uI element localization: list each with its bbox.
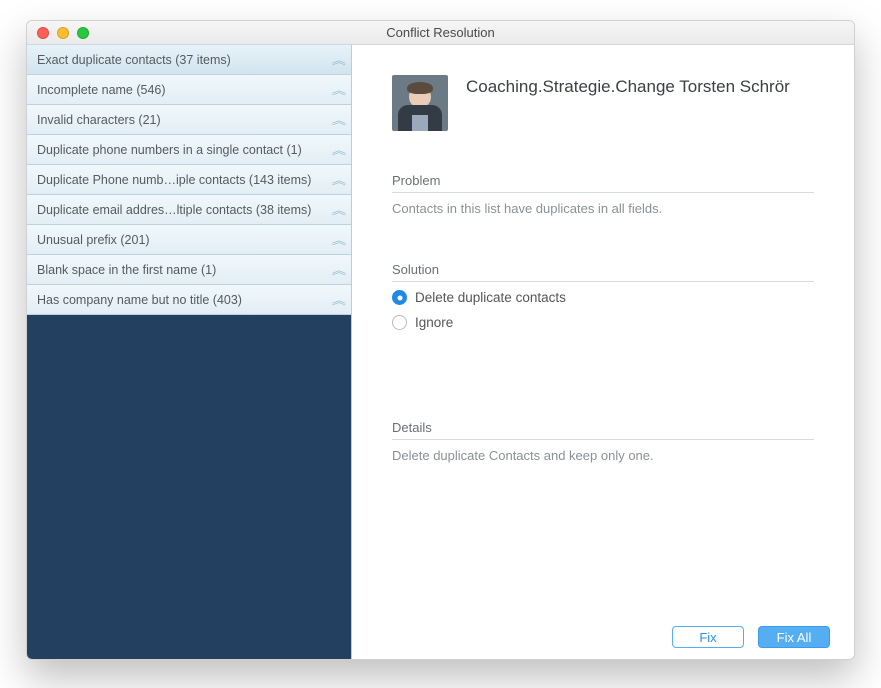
sidebar-item-label: Duplicate phone numbers in a single cont… [37, 143, 302, 157]
sidebar-item[interactable]: Duplicate phone numbers in a single cont… [27, 135, 351, 165]
sidebar-item-label: Blank space in the first name (1) [37, 263, 216, 277]
sidebar: Exact duplicate contacts (37 items)︽Inco… [27, 45, 352, 659]
main-panel: Coaching.Strategie.Change Torsten Schrör… [352, 45, 854, 659]
sidebar-item-label: Exact duplicate contacts (37 items) [37, 53, 231, 67]
radio-icon[interactable] [392, 315, 407, 330]
solution-option-label: Delete duplicate contacts [415, 290, 566, 305]
solution-options: Delete duplicate contacts Ignore [392, 290, 814, 330]
sidebar-item[interactable]: Incomplete name (546) ︽ [27, 75, 351, 105]
solution-option-label: Ignore [415, 315, 453, 330]
sidebar-item[interactable]: Blank space in the first name (1) ︽ [27, 255, 351, 285]
sidebar-item-label: Has company name but no title (403) [37, 293, 242, 307]
sidebar-item-label: Invalid characters (21) [37, 113, 161, 127]
sidebar-item[interactable]: Invalid characters (21) ︽ [27, 105, 351, 135]
sidebar-item[interactable]: Duplicate email addres…ltiple contacts (… [27, 195, 351, 225]
fix-all-button[interactable]: Fix All [758, 626, 830, 648]
problem-text: Contacts in this list have duplicates in… [392, 201, 814, 216]
collapse-icon: ︽ [332, 232, 342, 248]
problem-heading: Problem [392, 173, 814, 193]
details-heading: Details [392, 420, 814, 440]
collapse-icon: ︽ [332, 292, 342, 308]
fix-button[interactable]: Fix [672, 626, 744, 648]
footer: Fix Fix All [352, 615, 854, 659]
sidebar-item[interactable]: Exact duplicate contacts (37 items) ︽ [27, 45, 351, 75]
details-text: Delete duplicate Contacts and keep only … [392, 448, 814, 463]
collapse-icon: ︽ [332, 202, 342, 218]
sidebar-item-label: Duplicate email addres…ltiple contacts (… [37, 203, 311, 217]
collapse-icon: ︽ [332, 172, 342, 188]
content-area: Coaching.Strategie.Change Torsten Schrör… [352, 45, 854, 615]
collapse-icon: ︽ [332, 112, 342, 128]
solution-option[interactable]: Ignore [392, 315, 814, 330]
radio-icon[interactable] [392, 290, 407, 305]
sidebar-item-label: Duplicate Phone numb…iple contacts (143 … [37, 173, 311, 187]
contact-header: Coaching.Strategie.Change Torsten Schrör [392, 75, 814, 131]
titlebar: Conflict Resolution [27, 21, 854, 45]
window-body: Exact duplicate contacts (37 items)︽Inco… [27, 45, 854, 659]
avatar [392, 75, 448, 131]
app-window: Conflict Resolution Exact duplicate cont… [26, 20, 855, 660]
sidebar-item-label: Incomplete name (546) [37, 83, 166, 97]
sidebar-item[interactable]: Has company name but no title (403) ︽ [27, 285, 351, 315]
collapse-icon: ︽ [332, 52, 342, 68]
collapse-icon: ︽ [332, 142, 342, 158]
sidebar-item[interactable]: Unusual prefix (201) ︽ [27, 225, 351, 255]
sidebar-item-label: Unusual prefix (201) [37, 233, 150, 247]
solution-heading: Solution [392, 262, 814, 282]
collapse-icon: ︽ [332, 82, 342, 98]
collapse-icon: ︽ [332, 262, 342, 278]
solution-option[interactable]: Delete duplicate contacts [392, 290, 814, 305]
sidebar-item[interactable]: Duplicate Phone numb…iple contacts (143 … [27, 165, 351, 195]
contact-name: Coaching.Strategie.Change Torsten Schrör [466, 75, 790, 97]
window-title: Conflict Resolution [27, 25, 854, 40]
